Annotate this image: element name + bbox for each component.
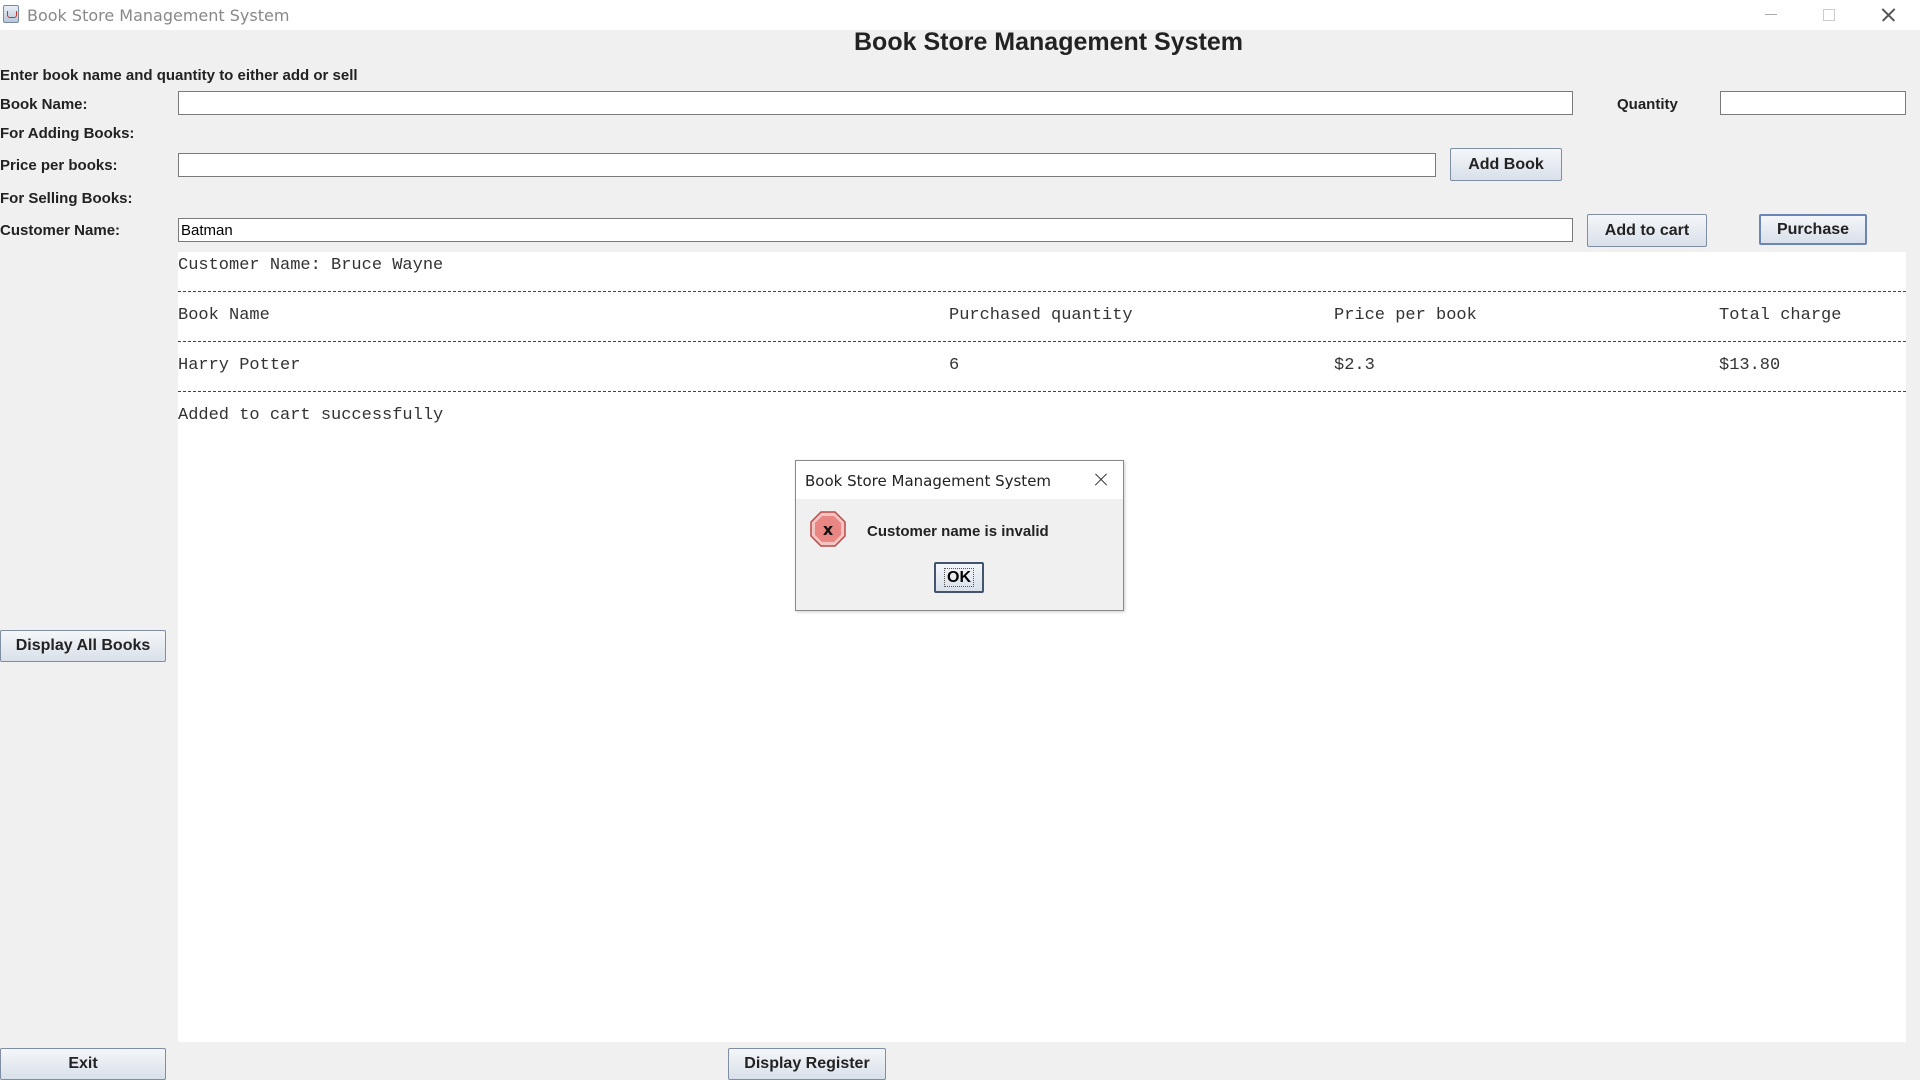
instruction-text: Enter book name and quantity to either a… bbox=[0, 67, 358, 84]
row-total: $13.80 bbox=[1719, 356, 1781, 375]
output-text-area[interactable]: Customer Name: Bruce Wayne Book Name Pur… bbox=[178, 252, 1906, 1042]
maximize-icon[interactable] bbox=[1800, 0, 1858, 30]
window-titlebar: Book Store Management System bbox=[0, 0, 1920, 30]
dialog-title: Book Store Management System bbox=[805, 472, 1052, 490]
row-book-name: Harry Potter bbox=[178, 356, 301, 375]
error-icon: x bbox=[810, 511, 846, 547]
row-price: $2.3 bbox=[1334, 356, 1375, 375]
display-register-button[interactable]: Display Register bbox=[728, 1048, 886, 1080]
divider bbox=[178, 291, 1906, 292]
window-title: Book Store Management System bbox=[27, 6, 290, 25]
header-total-charge: Total charge bbox=[1719, 306, 1842, 325]
purchase-button[interactable]: Purchase bbox=[1759, 214, 1867, 245]
page-title: Book Store Management System bbox=[854, 28, 1243, 56]
status-message: Added to cart successfully bbox=[178, 406, 444, 425]
row-quantity: 6 bbox=[949, 356, 960, 375]
book-name-label: Book Name: bbox=[0, 96, 88, 113]
ok-button-label: OK bbox=[944, 568, 974, 587]
dialog-message: Customer name is invalid bbox=[867, 523, 1049, 540]
price-per-books-label: Price per books: bbox=[0, 157, 118, 174]
java-app-icon bbox=[3, 5, 19, 23]
ok-button[interactable]: OK bbox=[934, 562, 984, 593]
header-price-per-book: Price per book bbox=[1334, 306, 1477, 325]
display-all-books-button[interactable]: Display All Books bbox=[0, 630, 166, 662]
customer-name-line: Customer Name: Bruce Wayne bbox=[178, 256, 444, 275]
header-book-name: Book Name bbox=[178, 306, 270, 325]
quantity-label: Quantity bbox=[1617, 96, 1678, 113]
add-to-cart-button[interactable]: Add to cart bbox=[1587, 214, 1707, 247]
customer-name-input[interactable] bbox=[178, 218, 1573, 242]
divider bbox=[178, 341, 1906, 342]
quantity-input[interactable] bbox=[1720, 91, 1906, 115]
price-input[interactable] bbox=[178, 153, 1436, 177]
svg-text:x: x bbox=[823, 520, 834, 539]
for-adding-books-label: For Adding Books: bbox=[0, 125, 135, 142]
header-purchased-quantity: Purchased quantity bbox=[949, 306, 1133, 325]
divider bbox=[178, 391, 1906, 392]
exit-button[interactable]: Exit bbox=[0, 1048, 166, 1080]
minimize-icon[interactable] bbox=[1742, 0, 1800, 30]
error-dialog: Book Store Management System x Customer … bbox=[795, 460, 1124, 611]
customer-name-label: Customer Name: bbox=[0, 222, 121, 239]
dialog-close-icon[interactable] bbox=[1092, 471, 1110, 489]
close-icon[interactable] bbox=[1858, 0, 1916, 30]
book-name-input[interactable] bbox=[178, 91, 1573, 115]
dialog-titlebar: Book Store Management System bbox=[796, 461, 1123, 499]
add-book-button[interactable]: Add Book bbox=[1450, 148, 1562, 181]
for-selling-books-label: For Selling Books: bbox=[0, 190, 133, 207]
